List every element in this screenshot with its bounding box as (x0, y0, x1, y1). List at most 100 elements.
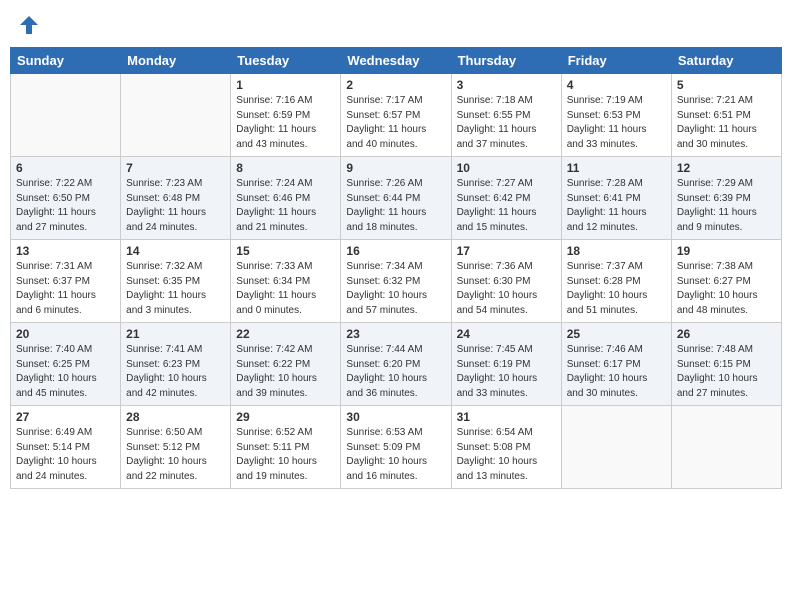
day-number: 4 (567, 78, 666, 92)
calendar-cell: 3 Sunrise: 7:18 AM Sunset: 6:55 PM Daylig… (451, 74, 561, 157)
day-info: Sunrise: 7:46 AM Sunset: 6:17 PM Dayligh… (567, 343, 666, 401)
calendar-cell: 30 Sunrise: 6:53 AM Sunset: 5:09 PM Dayli… (341, 406, 451, 489)
day-info: Sunrise: 7:22 AM Sunset: 6:50 PM Dayligh… (16, 177, 115, 235)
day-info: Sunrise: 7:23 AM Sunset: 6:48 PM Dayligh… (126, 177, 225, 235)
day-info: Sunrise: 7:44 AM Sunset: 6:20 PM Dayligh… (346, 343, 445, 401)
day-number: 24 (457, 327, 556, 341)
calendar-cell: 9 Sunrise: 7:26 AM Sunset: 6:44 PM Daylig… (341, 157, 451, 240)
column-header-thursday: Thursday (451, 48, 561, 74)
calendar-cell: 13Sunrise: 7:31 AM Sunset: 6:37 PM Dayli… (11, 240, 121, 323)
calendar-cell: 11 Sunrise: 7:28 AM Sunset: 6:41 PM Dayli… (561, 157, 671, 240)
day-number: 3 (457, 78, 556, 92)
day-info: Sunrise: 7:32 AM Sunset: 6:35 PM Dayligh… (126, 260, 225, 318)
day-number: 18 (567, 244, 666, 258)
calendar-cell: 4 Sunrise: 7:19 AM Sunset: 6:53 PM Daylig… (561, 74, 671, 157)
calendar-cell (121, 74, 231, 157)
calendar-cell: 24 Sunrise: 7:45 AM Sunset: 6:19 PM Dayli… (451, 323, 561, 406)
day-info: Sunrise: 7:29 AM Sunset: 6:39 PM Dayligh… (677, 177, 776, 235)
calendar-cell: 12 Sunrise: 7:29 AM Sunset: 6:39 PM Dayli… (671, 157, 781, 240)
day-number: 11 (567, 161, 666, 175)
column-header-friday: Friday (561, 48, 671, 74)
day-info: Sunrise: 6:53 AM Sunset: 5:09 PM Dayligh… (346, 426, 445, 484)
calendar-cell: 14 Sunrise: 7:32 AM Sunset: 6:35 PM Dayli… (121, 240, 231, 323)
day-number: 28 (126, 410, 225, 424)
day-number: 7 (126, 161, 225, 175)
day-info: Sunrise: 7:18 AM Sunset: 6:55 PM Dayligh… (457, 94, 556, 152)
day-info: Sunrise: 7:38 AM Sunset: 6:27 PM Dayligh… (677, 260, 776, 318)
logo (16, 14, 40, 37)
calendar-cell: 27 Sunrise: 6:49 AM Sunset: 5:14 PM Dayli… (11, 406, 121, 489)
column-header-monday: Monday (121, 48, 231, 74)
column-header-sunday: Sunday (11, 48, 121, 74)
day-number: 10 (457, 161, 556, 175)
calendar-cell: 6Sunrise: 7:22 AM Sunset: 6:50 PM Daylig… (11, 157, 121, 240)
calendar-cell: 22 Sunrise: 7:42 AM Sunset: 6:22 PM Dayli… (231, 323, 341, 406)
day-info: Sunrise: 6:49 AM Sunset: 5:14 PM Dayligh… (16, 426, 115, 484)
day-number: 21 (126, 327, 225, 341)
calendar-week-row: 20Sunrise: 7:40 AM Sunset: 6:25 PM Dayli… (11, 323, 782, 406)
day-number: 29 (236, 410, 335, 424)
day-info: Sunrise: 7:45 AM Sunset: 6:19 PM Dayligh… (457, 343, 556, 401)
day-info: Sunrise: 6:52 AM Sunset: 5:11 PM Dayligh… (236, 426, 335, 484)
calendar-week-row: 6Sunrise: 7:22 AM Sunset: 6:50 PM Daylig… (11, 157, 782, 240)
day-number: 23 (346, 327, 445, 341)
day-number: 9 (346, 161, 445, 175)
day-number: 19 (677, 244, 776, 258)
day-info: Sunrise: 6:54 AM Sunset: 5:08 PM Dayligh… (457, 426, 556, 484)
calendar-cell: 18 Sunrise: 7:37 AM Sunset: 6:28 PM Dayli… (561, 240, 671, 323)
calendar-cell (11, 74, 121, 157)
day-info: Sunrise: 7:16 AM Sunset: 6:59 PM Dayligh… (236, 94, 335, 152)
calendar-cell: 19 Sunrise: 7:38 AM Sunset: 6:27 PM Dayli… (671, 240, 781, 323)
calendar-cell: 23 Sunrise: 7:44 AM Sunset: 6:20 PM Dayli… (341, 323, 451, 406)
calendar-week-row: 1 Sunrise: 7:16 AM Sunset: 6:59 PM Daylig… (11, 74, 782, 157)
calendar-cell: 25 Sunrise: 7:46 AM Sunset: 6:17 PM Dayli… (561, 323, 671, 406)
calendar-cell (561, 406, 671, 489)
column-header-wednesday: Wednesday (341, 48, 451, 74)
calendar-cell: 20Sunrise: 7:40 AM Sunset: 6:25 PM Dayli… (11, 323, 121, 406)
day-number: 25 (567, 327, 666, 341)
day-number: 1 (236, 78, 335, 92)
day-info: Sunrise: 7:26 AM Sunset: 6:44 PM Dayligh… (346, 177, 445, 235)
calendar-cell: 8 Sunrise: 7:24 AM Sunset: 6:46 PM Daylig… (231, 157, 341, 240)
calendar-cell: 10 Sunrise: 7:27 AM Sunset: 6:42 PM Dayli… (451, 157, 561, 240)
day-number: 13 (16, 244, 115, 258)
day-number: 20 (16, 327, 115, 341)
calendar-cell: 21 Sunrise: 7:41 AM Sunset: 6:23 PM Dayli… (121, 323, 231, 406)
calendar-cell (671, 406, 781, 489)
logo-icon (18, 14, 40, 41)
day-number: 16 (346, 244, 445, 258)
calendar-cell: 5Sunrise: 7:21 AM Sunset: 6:51 PM Daylig… (671, 74, 781, 157)
calendar-cell: 29 Sunrise: 6:52 AM Sunset: 5:11 PM Dayli… (231, 406, 341, 489)
calendar-cell: 26Sunrise: 7:48 AM Sunset: 6:15 PM Dayli… (671, 323, 781, 406)
day-info: Sunrise: 7:24 AM Sunset: 6:46 PM Dayligh… (236, 177, 335, 235)
day-info: Sunrise: 7:34 AM Sunset: 6:32 PM Dayligh… (346, 260, 445, 318)
calendar-cell: 31 Sunrise: 6:54 AM Sunset: 5:08 PM Dayli… (451, 406, 561, 489)
day-number: 14 (126, 244, 225, 258)
day-number: 12 (677, 161, 776, 175)
day-info: Sunrise: 7:42 AM Sunset: 6:22 PM Dayligh… (236, 343, 335, 401)
day-number: 2 (346, 78, 445, 92)
day-number: 8 (236, 161, 335, 175)
day-number: 31 (457, 410, 556, 424)
day-info: Sunrise: 7:27 AM Sunset: 6:42 PM Dayligh… (457, 177, 556, 235)
day-info: Sunrise: 7:48 AM Sunset: 6:15 PM Dayligh… (677, 343, 776, 401)
day-number: 5 (677, 78, 776, 92)
calendar-header-row: SundayMondayTuesdayWednesdayThursdayFrid… (11, 48, 782, 74)
calendar-cell: 16 Sunrise: 7:34 AM Sunset: 6:32 PM Dayli… (341, 240, 451, 323)
page-header (10, 10, 782, 41)
column-header-tuesday: Tuesday (231, 48, 341, 74)
day-info: Sunrise: 7:28 AM Sunset: 6:41 PM Dayligh… (567, 177, 666, 235)
day-number: 30 (346, 410, 445, 424)
column-header-saturday: Saturday (671, 48, 781, 74)
day-number: 27 (16, 410, 115, 424)
day-info: Sunrise: 7:19 AM Sunset: 6:53 PM Dayligh… (567, 94, 666, 152)
calendar-table: SundayMondayTuesdayWednesdayThursdayFrid… (10, 47, 782, 489)
calendar-cell: 7 Sunrise: 7:23 AM Sunset: 6:48 PM Daylig… (121, 157, 231, 240)
day-number: 22 (236, 327, 335, 341)
calendar-cell: 28Sunrise: 6:50 AM Sunset: 5:12 PM Dayli… (121, 406, 231, 489)
day-info: Sunrise: 7:33 AM Sunset: 6:34 PM Dayligh… (236, 260, 335, 318)
calendar-cell: 2Sunrise: 7:17 AM Sunset: 6:57 PM Daylig… (341, 74, 451, 157)
day-info: Sunrise: 7:37 AM Sunset: 6:28 PM Dayligh… (567, 260, 666, 318)
day-number: 15 (236, 244, 335, 258)
day-info: Sunrise: 7:41 AM Sunset: 6:23 PM Dayligh… (126, 343, 225, 401)
